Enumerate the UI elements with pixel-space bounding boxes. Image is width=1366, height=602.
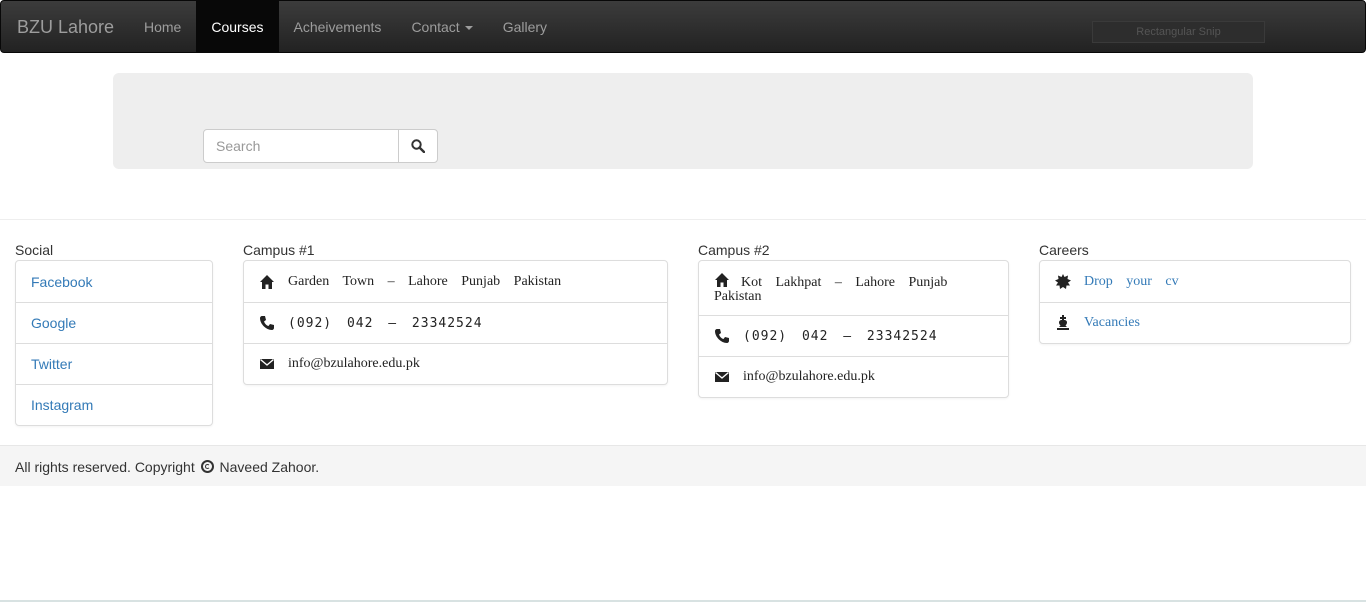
search-input[interactable]	[203, 129, 399, 163]
list-item: (092) 042 – 23342524	[244, 302, 667, 343]
nav-menu: Home Courses Acheivements Contact Galler…	[129, 1, 562, 53]
nav-item-gallery[interactable]: Gallery	[488, 1, 562, 53]
nav-item-contact[interactable]: Contact	[396, 1, 487, 53]
campus2-list: Kot Lakhpat – Lahore Punjab Pakistan (09…	[698, 260, 1009, 398]
envelope-icon	[260, 358, 274, 369]
top-navbar: BZU Lahore Home Courses Acheivements Con…	[0, 0, 1366, 53]
social-title: Social	[15, 242, 54, 258]
careers-item-drop-cv[interactable]: Drop your cv	[1040, 261, 1350, 302]
campus2-phone: (092) 042 – 23342524	[743, 328, 938, 344]
campus2-address-wrap: Kot Lakhpat – Lahore Punjab Pakistan	[714, 272, 993, 304]
nav-item-acheivements[interactable]: Acheivements	[279, 1, 397, 53]
list-item: Kot Lakhpat – Lahore Punjab Pakistan	[699, 261, 1008, 315]
campus2-title: Campus #2	[698, 242, 770, 258]
campus1-phone: (092) 042 – 23342524	[288, 315, 483, 331]
list-item: info@bzulahore.edu.pk	[699, 356, 1008, 397]
list-item: (092) 042 – 23342524	[699, 315, 1008, 356]
phone-icon	[715, 329, 729, 343]
envelope-icon	[715, 371, 729, 382]
section-divider	[0, 219, 1366, 220]
caret-down-icon	[464, 26, 473, 31]
campus2-email[interactable]: info@bzulahore.edu.pk	[743, 369, 875, 385]
careers-title: Careers	[1039, 242, 1089, 258]
footer-text-before: All rights reserved. Copyright	[15, 459, 195, 475]
campus2-address: Kot Lakhpat – Lahore Punjab Pakistan	[714, 275, 948, 304]
social-link-facebook[interactable]: Facebook	[16, 261, 212, 302]
nav-item-home[interactable]: Home	[129, 1, 196, 53]
home-icon	[260, 274, 274, 289]
phone-icon	[260, 316, 274, 330]
certificate-icon	[1055, 273, 1071, 289]
search-button[interactable]	[398, 129, 438, 163]
careers-link-drop-cv[interactable]: Drop your cv	[1084, 274, 1179, 290]
list-item: info@bzulahore.edu.pk	[244, 343, 667, 384]
home-icon	[715, 273, 729, 287]
social-link-instagram[interactable]: Instagram	[16, 384, 212, 425]
social-link-twitter[interactable]: Twitter	[16, 343, 212, 384]
copyright-icon	[200, 460, 214, 473]
careers-list: Drop your cv Vacancies	[1039, 260, 1351, 344]
nav-item-courses[interactable]: Courses	[196, 1, 279, 53]
careers-item-vacancies[interactable]: Vacancies	[1040, 302, 1350, 343]
social-list: Facebook Google Twitter Instagram	[15, 260, 213, 426]
campus1-title: Campus #1	[243, 242, 315, 258]
footer: All rights reserved. Copyright Naveed Za…	[0, 445, 1366, 486]
footer-text-after: Naveed Zahoor.	[219, 459, 320, 475]
list-item: Garden Town – Lahore Punjab Pakistan	[244, 261, 667, 302]
search-icon	[411, 139, 425, 153]
campus1-list: Garden Town – Lahore Punjab Pakistan (09…	[243, 260, 668, 385]
careers-link-vacancies[interactable]: Vacancies	[1084, 315, 1140, 331]
nav-item-contact-label: Contact	[411, 19, 460, 35]
brand-link[interactable]: BZU Lahore	[17, 17, 114, 38]
rectangular-snip-overlay: Rectangular Snip	[1092, 21, 1265, 43]
social-link-google[interactable]: Google	[16, 302, 212, 343]
campus1-address: Garden Town – Lahore Punjab Pakistan	[288, 273, 562, 289]
chess-king-icon	[1057, 315, 1069, 330]
campus1-email[interactable]: info@bzulahore.edu.pk	[288, 356, 420, 372]
footer-copyright: All rights reserved. Copyright Naveed Za…	[15, 459, 319, 475]
